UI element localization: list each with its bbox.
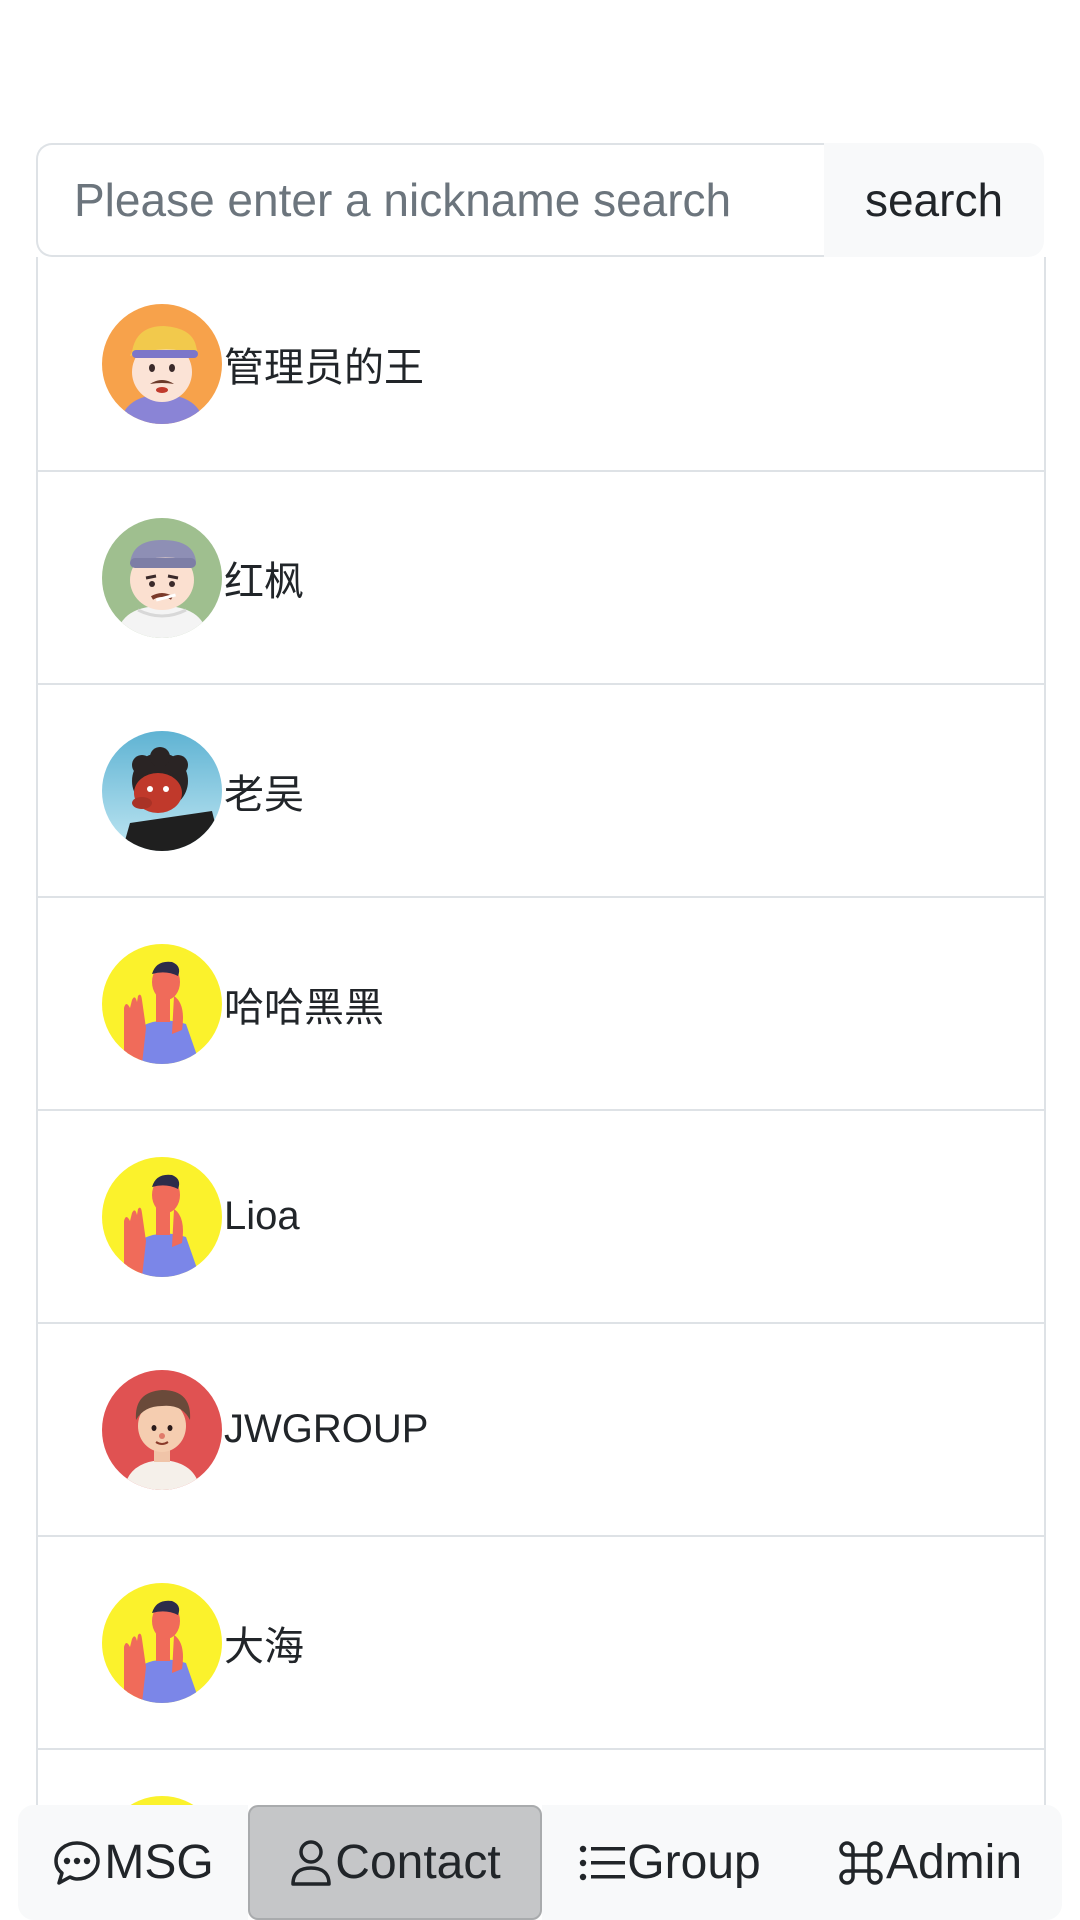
nav-admin-button[interactable]: Admin [798,1805,1062,1920]
contact-name: 管理员的王 [224,345,424,390]
nav-msg-button[interactable]: MSG [18,1805,248,1920]
contact-name: Lioa [224,1194,300,1238]
nav-contact-button[interactable]: Contact [248,1805,542,1920]
person-icon [289,1838,333,1888]
list-icon [579,1843,626,1883]
search-button[interactable]: search [824,143,1044,257]
avatar [102,1369,222,1490]
contact-item[interactable]: Lioa [38,1109,1044,1322]
nav-group-label: Group [627,1836,761,1889]
avatar [102,303,222,424]
chat-dots-icon [52,1838,102,1888]
contact-list: 管理员的王 红枫 老吴 哈哈黑黑 Lioa JWGROUP 大海 [36,257,1046,1920]
nickname-search-input[interactable] [36,143,824,257]
contact-item[interactable]: 哈哈黑黑 [38,896,1044,1109]
avatar [102,1582,222,1703]
contact-name: 哈哈黑黑 [224,985,384,1030]
command-icon [838,1840,884,1886]
avatar [102,1156,222,1277]
nav-msg-label: MSG [104,1836,214,1889]
contact-item[interactable]: 红枫 [38,470,1044,683]
contact-name: 老吴 [224,772,304,817]
avatar [102,943,222,1064]
nav-group-button[interactable]: Group [542,1805,798,1920]
contact-name: 红枫 [224,559,304,604]
contact-item[interactable]: 老吴 [38,683,1044,896]
contact-name: 大海 [224,1624,304,1669]
bottom-nav: MSG Contact Group Admin [18,1805,1062,1920]
search-bar: search [36,143,1044,257]
contact-name: JWGROUP [224,1407,429,1451]
contact-item[interactable]: 管理员的王 [38,257,1044,470]
nav-admin-label: Admin [885,1836,1023,1889]
contact-item[interactable]: 大海 [38,1535,1044,1748]
contact-item[interactable]: JWGROUP [38,1322,1044,1535]
avatar [102,517,222,638]
nav-contact-label: Contact [335,1836,501,1889]
avatar [102,730,222,851]
